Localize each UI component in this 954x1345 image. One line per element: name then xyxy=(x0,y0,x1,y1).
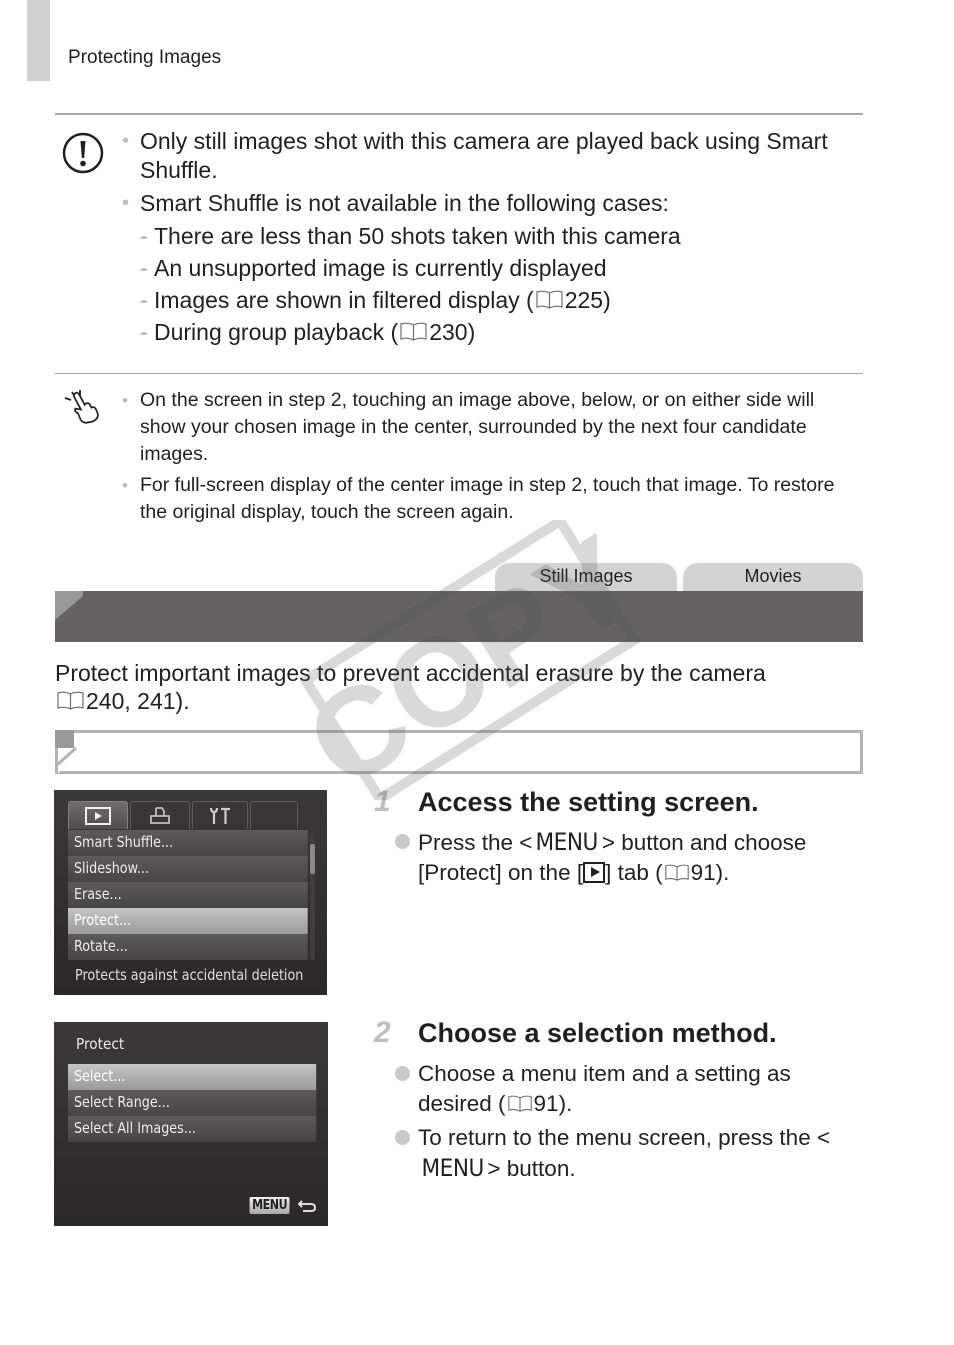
tab-movies[interactable]: Movies xyxy=(683,563,863,593)
camera-menu-item[interactable]: Slideshow... xyxy=(68,856,308,882)
caution-item: Only still images shot with this camera … xyxy=(120,127,840,185)
case-suffix: ) xyxy=(467,319,476,345)
intro-paragraph: Protect important images to prevent acci… xyxy=(55,659,855,715)
divider xyxy=(55,373,863,374)
camera-menu-list: Smart Shuffle... Slideshow... Erase... P… xyxy=(68,830,308,960)
instruction-text: ] tab ( xyxy=(605,860,663,885)
scrollbar-thumb[interactable] xyxy=(310,844,315,874)
camera-menu-item[interactable]: Erase... xyxy=(68,882,308,908)
camera-menu-item[interactable]: Rotate... xyxy=(68,934,308,960)
instruction-text: ). xyxy=(558,1091,573,1116)
touch-note-list: On the screen in step 2, touching an ima… xyxy=(120,387,840,530)
camera-tab-empty xyxy=(250,801,298,829)
touch-note-item: For full-screen display of the center im… xyxy=(120,472,840,526)
caution-case: Images are shown in filtered display ( 22… xyxy=(120,286,840,315)
camera-tab-playback[interactable] xyxy=(68,801,128,829)
step-number: 2 xyxy=(374,1016,391,1049)
caution-case: There are less than 50 shots taken with … xyxy=(120,222,840,251)
subheading-box xyxy=(55,730,863,774)
instruction-text: To return to the menu screen, press the … xyxy=(418,1125,831,1150)
touch-note-item: On the screen in step 2, touching an ima… xyxy=(120,387,840,468)
page-ref[interactable]: 230 xyxy=(429,319,467,345)
book-reference-icon xyxy=(536,290,563,309)
return-arrow-icon xyxy=(297,1199,317,1212)
camera-menu-item-selected[interactable]: Protect... xyxy=(68,908,308,934)
menu-button-badge: MENU xyxy=(249,1197,290,1214)
camera-screen-title: Protect xyxy=(76,1035,125,1053)
page-ref[interactable]: 240, 241). xyxy=(86,688,190,714)
chapter-side-tab xyxy=(27,0,50,81)
menu-button-glyph: MENU xyxy=(535,828,599,856)
instruction-text: > button. xyxy=(487,1156,576,1181)
camera-menu-screen: Smart Shuffle... Slideshow... Erase... P… xyxy=(54,790,327,995)
subheading-marker xyxy=(55,730,85,774)
instruction-text: ). xyxy=(715,860,730,885)
step-bullet: To return to the menu screen, press the … xyxy=(395,1123,855,1184)
case-text: Images are shown in filtered display ( xyxy=(154,287,534,313)
camera-menu-tabs xyxy=(68,801,298,829)
book-reference-icon xyxy=(507,1095,532,1112)
camera-protect-list: Select... Select Range... Select All Ima… xyxy=(68,1064,316,1142)
print-tab-icon xyxy=(150,806,170,824)
step-instructions: Choose a menu item and a setting as desi… xyxy=(395,1059,855,1188)
camera-protect-screen: Protect Select... Select Range... Select… xyxy=(54,1022,328,1226)
caution-case: During group playback ( 230) xyxy=(120,318,840,347)
page-ref[interactable]: 91 xyxy=(691,860,716,885)
menu-button-glyph: MENU xyxy=(421,1154,484,1182)
instruction-text: Choose a menu item and a setting as desi… xyxy=(418,1061,791,1116)
camera-tab-setup[interactable] xyxy=(192,801,248,829)
instruction-text: Press the < xyxy=(418,830,533,855)
camera-scrollbar[interactable] xyxy=(310,832,315,960)
step-bullet: Press the < MENU > button and choose [Prot… xyxy=(395,827,855,888)
camera-menu-item[interactable]: Select Range... xyxy=(68,1090,316,1116)
touch-hand-icon xyxy=(64,390,99,424)
playback-tab-icon xyxy=(85,806,111,825)
menu-back-hint[interactable]: MENU xyxy=(246,1197,317,1214)
page-ref[interactable]: 91 xyxy=(534,1091,559,1116)
setup-tab-icon xyxy=(209,807,230,824)
section-marker xyxy=(55,591,95,642)
step-number: 1 xyxy=(374,785,391,818)
case-suffix: ) xyxy=(603,287,611,313)
book-reference-icon xyxy=(57,691,84,710)
camera-menu-item[interactable]: Select All Images... xyxy=(68,1116,316,1142)
step-instructions: Press the < MENU > button and choose [Prot… xyxy=(395,827,855,892)
book-reference-icon xyxy=(664,864,689,881)
page-ref[interactable]: 225 xyxy=(565,287,603,313)
camera-tab-print[interactable] xyxy=(130,801,190,829)
camera-hint-text: Protects against accidental deletion xyxy=(75,966,304,984)
step-title: Access the setting screen. xyxy=(418,787,759,817)
intro-text: Protect important images to prevent acci… xyxy=(55,660,766,686)
book-reference-icon xyxy=(400,322,427,341)
case-text: During group playback ( xyxy=(154,319,399,345)
tab-still-images[interactable]: Still Images xyxy=(495,563,677,593)
caution-case: An unsupported image is currently displa… xyxy=(120,254,840,283)
section-title-bar xyxy=(55,591,863,642)
caution-list: Only still images shot with this camera … xyxy=(120,127,840,350)
step-bullet: Choose a menu item and a setting as desi… xyxy=(395,1059,855,1119)
camera-menu-item[interactable]: Smart Shuffle... xyxy=(68,830,308,856)
caution-item: Smart Shuffle is not available in the fo… xyxy=(120,189,840,218)
caution-icon xyxy=(62,132,104,174)
running-header: Protecting Images xyxy=(68,47,222,68)
camera-menu-item-selected[interactable]: Select... xyxy=(68,1064,316,1090)
playback-tab-icon xyxy=(583,862,606,883)
divider xyxy=(55,113,863,115)
step-title: Choose a selection method. xyxy=(418,1018,777,1048)
